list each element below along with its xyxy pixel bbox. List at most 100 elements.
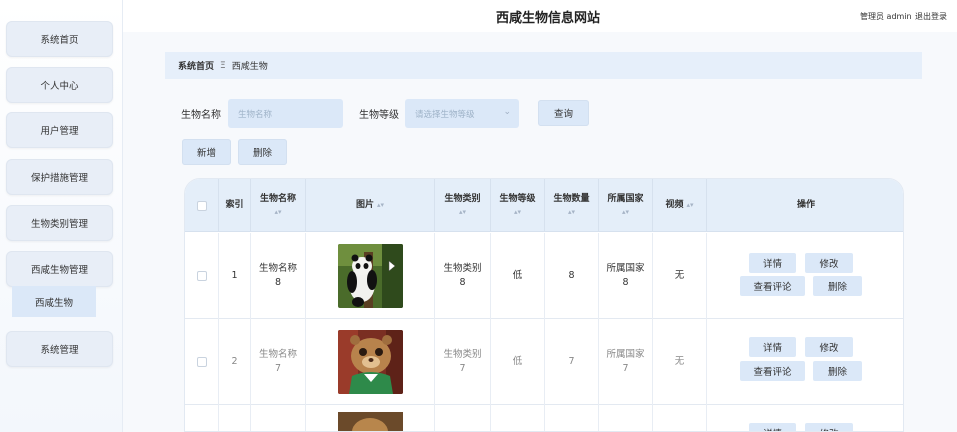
chevron-down-icon: ⌄: [503, 107, 511, 117]
category-number: 7: [459, 363, 466, 374]
sort-icon[interactable]: ▴▾: [622, 206, 629, 219]
row-checkbox[interactable]: [196, 357, 207, 367]
level-cell: 低: [491, 319, 545, 405]
add-button[interactable]: 新增: [182, 139, 231, 165]
quantity-cell: 8: [545, 233, 599, 319]
logout-link[interactable]: 退出登录: [915, 11, 947, 22]
view-comments-button[interactable]: 查看评论: [740, 361, 805, 381]
image-cell: [306, 319, 435, 405]
sidebar-item-protection-measures[interactable]: 保护措施管理: [6, 159, 113, 195]
edit-button[interactable]: 修改: [805, 337, 853, 357]
sidebar-item-home[interactable]: 系统首页: [6, 21, 113, 57]
sort-icon[interactable]: ▴▾: [377, 199, 384, 212]
index-cell: 2: [219, 319, 251, 405]
quantity-cell: [545, 405, 599, 431]
country-text: 所属国家: [606, 263, 645, 274]
country-number: 8: [622, 277, 629, 288]
row-select-cell: [185, 405, 219, 431]
operation-cell: [707, 233, 903, 319]
sidebar-item-system-management[interactable]: 系统管理: [6, 331, 113, 367]
name-search-placeholder: 生物名称: [238, 109, 273, 120]
header-operation: 操作: [707, 179, 903, 232]
header-operation-label: 操作: [796, 200, 815, 210]
level-label: 生物等级: [359, 110, 399, 121]
panda-photo-icon[interactable]: [337, 244, 403, 308]
category-cell: 生物类别 7: [435, 319, 491, 405]
sort-icon[interactable]: ▴▾: [459, 206, 466, 219]
sort-icon[interactable]: ▴▾: [686, 199, 693, 212]
name-search-input[interactable]: 生物名称: [228, 99, 343, 128]
header-image-label: 图片: [355, 200, 374, 210]
category-cell: 生物类别 8: [435, 233, 491, 319]
country-number: 7: [622, 363, 629, 374]
name-text: 生物名称: [258, 349, 297, 360]
top-header: 西咸生物信息网站 管理员 admin 退出登录: [123, 0, 957, 32]
site-title: 西咸生物信息网站: [496, 11, 601, 26]
sidebar-subitem-xixian[interactable]: 西咸生物: [12, 286, 96, 317]
header-category-label: 生物类别: [444, 193, 481, 204]
edit-button[interactable]: 修改: [805, 423, 853, 431]
header-category[interactable]: 生物类别 ▴▾: [435, 179, 491, 232]
detail-button[interactable]: 详情: [749, 253, 796, 273]
quantity-cell: 7: [545, 319, 599, 405]
name-cell: [251, 405, 306, 431]
country-cell: 所属国家 7: [599, 319, 653, 405]
sort-icon[interactable]: ▴▾: [514, 206, 521, 219]
row-delete-button[interactable]: 删除: [813, 361, 862, 381]
level-select[interactable]: 请选择生物等级 ⌄: [405, 99, 519, 128]
header-video[interactable]: 视频 ▴▾: [653, 179, 707, 232]
detail-button[interactable]: 详情: [749, 337, 796, 357]
sidebar-item-user-management[interactable]: 用户管理: [6, 112, 113, 148]
header-image[interactable]: 图片 ▴▾: [306, 179, 435, 232]
row-select-cell[interactable]: [185, 233, 219, 319]
select-all-checkbox[interactable]: [196, 200, 207, 211]
table-header: 索引 生物名称 ▴▾ 图片 ▴▾ 生物类别 ▴▾ 生物等级 ▴▾ 生物数量 ▴▾ …: [185, 179, 903, 232]
breadcrumb-current: 西咸生物: [231, 62, 268, 72]
category-text: 生物类别: [443, 263, 482, 274]
name-number: 7: [274, 363, 282, 374]
table-row: 详情 修改: [185, 405, 903, 432]
query-button[interactable]: 查询: [538, 100, 589, 126]
header-video-label: 视频: [665, 200, 684, 210]
sidebar-item-category-management[interactable]: 生物类别管理: [6, 205, 113, 241]
breadcrumb-separator-icon: Ξ: [220, 60, 226, 71]
category-cell: [435, 405, 491, 431]
video-cell: [653, 405, 707, 431]
video-cell: 无: [653, 319, 707, 405]
batch-delete-button[interactable]: 删除: [238, 139, 287, 165]
index-cell: 1: [219, 233, 251, 319]
breadcrumb-home[interactable]: 系统首页: [178, 59, 214, 72]
table-row: 2 生物名称 7 生物类别 7 低 7 所属国家 7 无 详情 修改 查看评论 …: [185, 319, 903, 405]
header-index-label: 索引: [225, 200, 244, 210]
header-index: 索引: [219, 179, 251, 232]
header-country-label: 所属国家: [607, 193, 644, 204]
header-quantity-label: 生物数量: [553, 193, 590, 204]
header-name[interactable]: 生物名称 ▴▾: [251, 179, 306, 232]
row-delete-button[interactable]: 删除: [813, 276, 862, 296]
edit-button[interactable]: 修改: [805, 253, 853, 273]
header-level-label: 生物等级: [499, 193, 536, 204]
detail-button[interactable]: 详情: [749, 423, 796, 431]
sort-icon[interactable]: ▴▾: [274, 206, 281, 219]
name-label: 生物名称: [181, 110, 221, 121]
row-select-cell[interactable]: [185, 319, 219, 405]
category-number: 8: [459, 277, 466, 288]
level-cell: 低: [491, 233, 545, 319]
chipmunk-photo-icon[interactable]: [337, 330, 403, 394]
sidebar-item-personal-center[interactable]: 个人中心: [6, 67, 113, 103]
category-text: 生物类别: [443, 349, 482, 360]
view-comments-button[interactable]: 查看评论: [740, 276, 805, 296]
admin-label: 管理员 admin: [860, 12, 912, 21]
name-number: 8: [274, 277, 282, 288]
header-country[interactable]: 所属国家 ▴▾: [599, 179, 653, 232]
data-table: 索引 生物名称 ▴▾ 图片 ▴▾ 生物类别 ▴▾ 生物等级 ▴▾ 生物数量 ▴▾ …: [184, 178, 904, 432]
header-quantity[interactable]: 生物数量 ▴▾: [545, 179, 599, 232]
sort-icon[interactable]: ▴▾: [568, 206, 575, 219]
header-select-all[interactable]: [185, 179, 219, 232]
sidebar-item-xixian-management[interactable]: 西咸生物管理: [6, 251, 113, 287]
name-text: 生物名称: [258, 263, 297, 274]
row-checkbox[interactable]: [196, 271, 207, 281]
header-level[interactable]: 生物等级 ▴▾: [491, 179, 545, 232]
breadcrumb: 系统首页 Ξ 西咸生物: [165, 52, 922, 79]
animal-photo-icon[interactable]: [338, 412, 403, 432]
